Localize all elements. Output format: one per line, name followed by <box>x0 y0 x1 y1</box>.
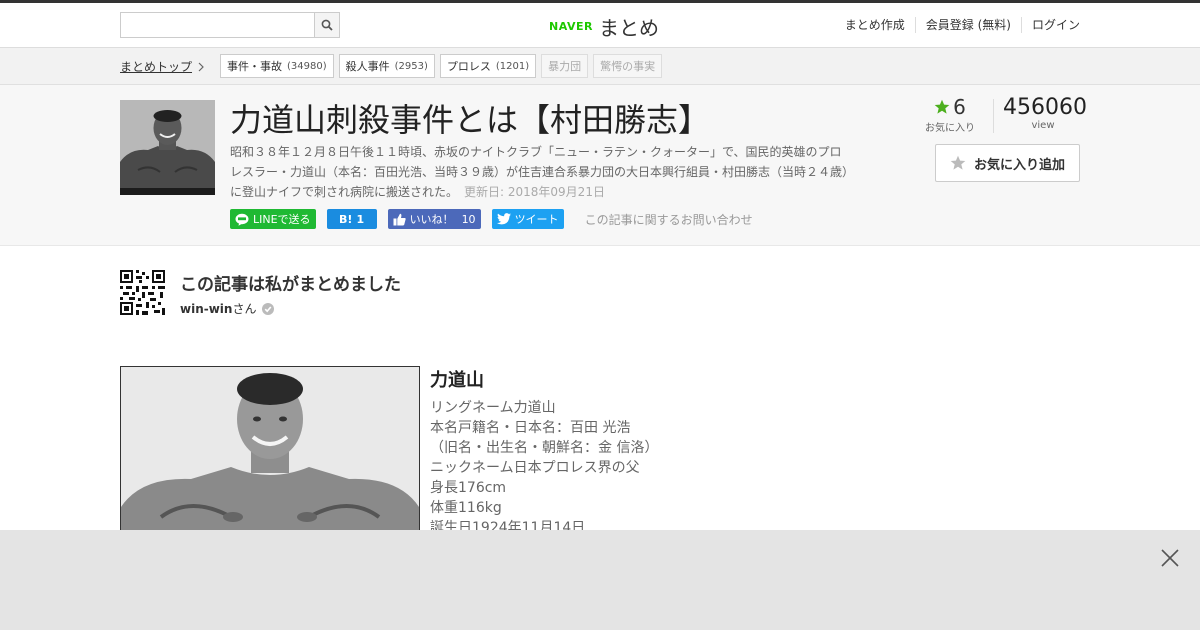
tag-label: プロレス <box>446 60 491 73</box>
line-share-button[interactable]: LINEで送る <box>230 209 316 229</box>
top-nav: まとめ作成 会員登録 (無料) ログイン <box>835 17 1080 33</box>
tweet-label: ツイート <box>514 213 559 226</box>
qr-code-icon <box>120 270 165 315</box>
breadcrumb-top-link[interactable]: まとめトップ <box>120 58 204 75</box>
tweet-button[interactable]: ツイート <box>491 209 564 229</box>
favorites-count: 6 <box>953 95 966 119</box>
stat-divider <box>993 99 994 133</box>
tag-shocking-fact[interactable]: 驚愕の事実 <box>593 54 663 78</box>
views-stat: 456060 view <box>1003 95 1087 131</box>
article-title: 力道山刺殺事件とは【村田勝志】 <box>230 101 711 139</box>
naver-matome-logo[interactable]: NAVER まとめ <box>549 12 659 40</box>
tag-count: (34980) <box>287 60 327 72</box>
hatena-bookmark-button[interactable]: B! 1 <box>326 209 377 229</box>
profile-real-name: 本名戸籍名・日本名：百田 光浩 <box>430 420 631 436</box>
article-thumbnail <box>120 100 215 195</box>
profile-weight: 体重116kg <box>430 500 502 516</box>
star-outline-icon <box>950 155 966 170</box>
add-favorite-label: お気に入り追加 <box>973 157 1065 173</box>
views-count: 456060 <box>1003 95 1087 120</box>
logo-brand: NAVER <box>549 19 593 33</box>
views-label: view <box>1031 120 1055 131</box>
tag-count: (1201) <box>495 60 530 72</box>
breadcrumb-top-label: まとめトップ <box>120 60 193 74</box>
top-bar: NAVER まとめ まとめ作成 会員登録 (無料) ログイン <box>0 0 1200 48</box>
thumbs-up-icon <box>393 213 406 225</box>
search-box[interactable] <box>120 12 340 38</box>
article-contact-link[interactable]: この記事に関するお問い合わせ <box>585 211 753 228</box>
add-favorite-button[interactable]: お気に入り追加 <box>935 144 1080 182</box>
line-share-label: LINEで送る <box>253 213 311 226</box>
search-button[interactable] <box>314 13 339 37</box>
hatena-icon: B! <box>339 212 353 226</box>
share-buttons: LINEで送る B! 1 いいね！ 10 ツイート この記事に関するお問い合わせ <box>230 209 753 229</box>
like-label: いいね！ <box>409 213 454 226</box>
line-icon <box>235 213 249 226</box>
favorites-label: お気に入り <box>925 123 975 134</box>
search-icon <box>321 19 333 31</box>
star-icon <box>934 99 950 114</box>
verified-check-icon <box>262 302 275 315</box>
tag-count: (2953) <box>394 60 428 72</box>
nav-login[interactable]: ログイン <box>1020 17 1080 33</box>
tag-label: 驚愕の事実 <box>600 60 656 73</box>
logo-name: まとめ <box>598 15 659 40</box>
profile-info: 力道山 リングネーム力道山 本名戸籍名・日本名：百田 光浩 （旧名・出生名・朝鮮… <box>430 366 658 538</box>
nav-create-matome[interactable]: まとめ作成 <box>835 17 915 33</box>
tag-incident[interactable]: 事件・事故 (34980) <box>220 54 334 78</box>
tag-list: 事件・事故 (34980) 殺人事件 (2953) プロレス (1201) 暴力… <box>220 54 663 78</box>
tag-pro-wrestling[interactable]: プロレス (1201) <box>439 54 537 78</box>
nav-register[interactable]: 会員登録 (無料) <box>914 17 1021 33</box>
author-suffix: さん <box>232 302 257 316</box>
like-count: 10 <box>461 212 476 226</box>
chevron-right-icon <box>198 62 204 71</box>
author-heading: この記事は私がまとめました <box>180 275 401 295</box>
tag-label: 事件・事故 <box>227 60 282 73</box>
tag-label: 暴力団 <box>548 60 582 73</box>
ad-banner <box>0 530 1200 630</box>
tag-yakuza[interactable]: 暴力団 <box>541 54 589 78</box>
tag-murder[interactable]: 殺人事件 (2953) <box>338 54 435 78</box>
author-name: win-win <box>180 302 233 316</box>
twitter-bird-icon <box>496 213 511 225</box>
updated-date: 更新日: 2018年09月21日 <box>464 185 605 199</box>
close-icon[interactable] <box>1160 548 1180 568</box>
profile-ring-name: リングネーム力道山 <box>430 400 556 416</box>
tag-label: 殺人事件 <box>345 60 390 73</box>
profile-nickname: ニックネーム日本プロレス界の父 <box>430 460 640 476</box>
author-name-link[interactable]: win-winさん <box>180 300 275 317</box>
facebook-like-button[interactable]: いいね！ 10 <box>387 209 481 229</box>
profile-former-name: （旧名・出生名・朝鮮名：金 信洛） <box>430 440 659 456</box>
rikidozan-photo <box>120 366 420 546</box>
breadcrumb: まとめトップ 事件・事故 (34980) 殺人事件 (2953) プロレス (1… <box>0 48 1200 85</box>
favorites-stat: 6 お気に入り <box>925 95 975 134</box>
article-header: 力道山刺殺事件とは【村田勝志】 昭和３８年１２月８日午後１１時頃、赤坂のナイトク… <box>0 85 1200 246</box>
article-description: 昭和３８年１２月８日午後１１時頃、赤坂のナイトクラブ「ニュー・ラテン・クォーター… <box>230 142 850 202</box>
profile-height: 身長176cm <box>430 480 507 496</box>
hatena-count: 1 <box>356 212 365 226</box>
profile-name: 力道山 <box>430 370 484 391</box>
